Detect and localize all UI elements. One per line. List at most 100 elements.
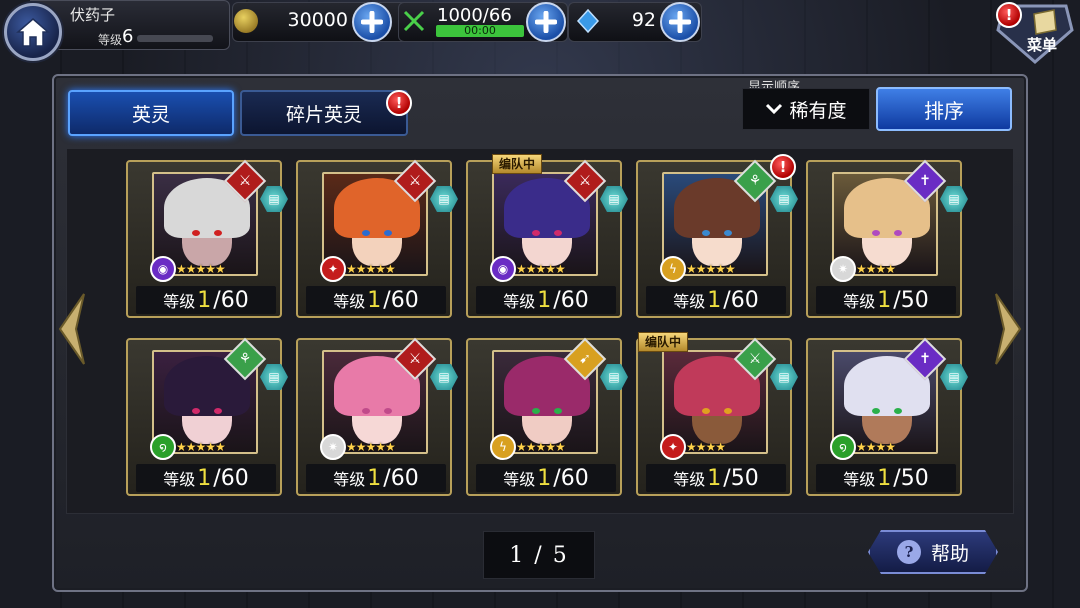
hero-level-max: /60 xyxy=(553,288,589,313)
rarity-stars: ★★★★★ xyxy=(346,440,396,454)
hero-level: 等级 1/60 xyxy=(306,464,446,492)
element-icon: ✷ xyxy=(830,256,856,282)
hero-level-max: /60 xyxy=(383,466,419,491)
hero-level-current: 1 xyxy=(537,466,552,491)
stamina-timer: 00:00 xyxy=(436,25,524,37)
hero-eye xyxy=(214,408,222,414)
element-icon: ϟ xyxy=(660,256,686,282)
page-indicator: 1 / 5 xyxy=(483,531,595,579)
hero-card[interactable]: ⚘ ▤ ໑ ★★★★★ 等级 1/60 xyxy=(126,337,288,496)
element-icon: ✦ xyxy=(660,434,686,460)
hero-card[interactable]: ⚔ ▤ ◉ ★★★★★ 等级 1/60 编队中 xyxy=(466,154,628,318)
hero-level-label: 等级 xyxy=(333,470,366,489)
hero-card[interactable]: ⚔ ▤ ✷ ★★★★★ 等级 1/60 xyxy=(296,337,458,496)
hero-eye xyxy=(894,230,902,236)
hero-level: 等级 1/50 xyxy=(816,286,956,314)
tab-heroes[interactable]: 英灵 xyxy=(68,90,234,136)
home-button[interactable] xyxy=(4,3,62,61)
element-icon: ϟ xyxy=(490,434,516,460)
next-page-arrow-icon[interactable] xyxy=(994,292,1024,366)
rarity-stars: ★★★★ xyxy=(856,262,896,276)
hero-card[interactable]: ⚔ ▤ ✦ ★★★★★ 等级 1/60 xyxy=(296,159,458,318)
chevron-down-icon xyxy=(766,103,783,115)
menu-label: 菜单 xyxy=(1027,36,1058,54)
hero-eye xyxy=(192,230,200,236)
hero-eye xyxy=(532,230,540,236)
hero-level-current: 1 xyxy=(367,466,382,491)
element-icon: ✷ xyxy=(320,434,346,460)
element-icon: ◉ xyxy=(490,256,516,282)
hero-level: 等级 1/60 xyxy=(476,464,616,492)
tab-shard-heroes[interactable]: 碎片英灵 xyxy=(240,90,408,136)
menu-alert-icon: ! xyxy=(996,2,1022,28)
hero-level-label: 等级 xyxy=(673,292,706,311)
player-level-label: 等级 xyxy=(98,33,123,47)
gem-amount: 92 xyxy=(631,9,656,31)
element-icon: ◉ xyxy=(150,256,176,282)
hero-level-current: 1 xyxy=(367,288,382,313)
hero-level-max: /60 xyxy=(213,288,249,313)
add-gems-button[interactable] xyxy=(660,2,700,42)
rarity-stars: ★★★★ xyxy=(686,440,726,454)
rarity-stars: ★★★★★ xyxy=(346,262,396,276)
hero-eye xyxy=(872,230,880,236)
hero-level-max: /60 xyxy=(723,288,759,313)
hero-level-label: 等级 xyxy=(843,292,876,311)
question-icon: ? xyxy=(896,540,921,564)
rarity-stars: ★★★★★ xyxy=(516,440,566,454)
shard-tab-alert-icon: ! xyxy=(386,90,412,116)
hero-level-label: 等级 xyxy=(163,470,196,489)
hero-card[interactable]: ➹ ▤ ϟ ★★★★★ 等级 1/60 xyxy=(466,337,628,496)
hero-level-label: 等级 xyxy=(503,292,536,311)
hero-card[interactable]: ⚔ ▤ ◉ ★★★★★ 等级 1/60 xyxy=(126,159,288,318)
hero-level-label: 等级 xyxy=(843,470,876,489)
hero-level-current: 1 xyxy=(537,288,552,313)
rarity-stars: ★★★★★ xyxy=(176,440,226,454)
hero-level-max: /60 xyxy=(553,466,589,491)
hero-level: 等级 1/60 xyxy=(476,286,616,314)
hero-level-max: /60 xyxy=(213,466,249,491)
sort-button[interactable]: 排序 xyxy=(876,87,1012,131)
hero-card[interactable]: ⚘ ▤ ϟ ★★★★★ 等级 1/60! xyxy=(636,154,798,318)
hero-eye xyxy=(532,408,540,414)
in-party-tag: 编队中 xyxy=(492,154,543,174)
add-stamina-button[interactable] xyxy=(526,2,566,42)
hero-eye xyxy=(384,230,392,236)
hero-card[interactable]: ✝ ▤ ໑ ★★★★ 等级 1/50 xyxy=(806,337,968,496)
hero-eye xyxy=(702,408,710,414)
hero-eye xyxy=(362,408,370,414)
element-icon: ✦ xyxy=(320,256,346,282)
hero-eye xyxy=(554,408,562,414)
rarity-stars: ★★★★★ xyxy=(686,262,736,276)
add-coins-button[interactable] xyxy=(352,2,392,42)
hero-level-max: /50 xyxy=(893,466,929,491)
hero-eye xyxy=(192,408,200,414)
hero-level-max: /60 xyxy=(383,288,419,313)
plus-icon xyxy=(535,11,557,33)
coin-amount: 30000 xyxy=(287,9,348,31)
player-level: 6 xyxy=(122,26,134,47)
hero-eye xyxy=(554,230,562,236)
hero-level: 等级 1/60 xyxy=(306,286,446,314)
hero-eye xyxy=(214,230,222,236)
element-icon: ໑ xyxy=(830,434,856,460)
sort-order-select[interactable]: 稀有度 xyxy=(742,88,870,130)
hero-level: 等级 1/60 xyxy=(136,286,276,314)
hero-level-max: /50 xyxy=(893,288,929,313)
help-button[interactable]: ? 帮助 xyxy=(868,530,998,574)
hero-level-current: 1 xyxy=(707,288,722,313)
rarity-stars: ★★★★★ xyxy=(516,262,566,276)
hero-card[interactable]: ✝ ▤ ✷ ★★★★ 等级 1/50 xyxy=(806,159,968,318)
player-name: 伏药子 xyxy=(70,6,116,24)
hero-card[interactable]: ⚔ ▤ ✦ ★★★★ 等级 1/50 编队中 xyxy=(636,332,798,496)
hero-eye xyxy=(362,230,370,236)
stamina-amount: 1000/66 xyxy=(437,5,512,26)
home-icon xyxy=(16,18,50,47)
hero-level-current: 1 xyxy=(197,288,212,313)
prev-page-arrow-icon[interactable] xyxy=(56,292,86,366)
hero-level-label: 等级 xyxy=(673,470,706,489)
hero-eye xyxy=(724,230,732,236)
hero-level-max: /50 xyxy=(723,466,759,491)
hero-eye xyxy=(724,408,732,414)
gem-icon xyxy=(576,9,600,33)
